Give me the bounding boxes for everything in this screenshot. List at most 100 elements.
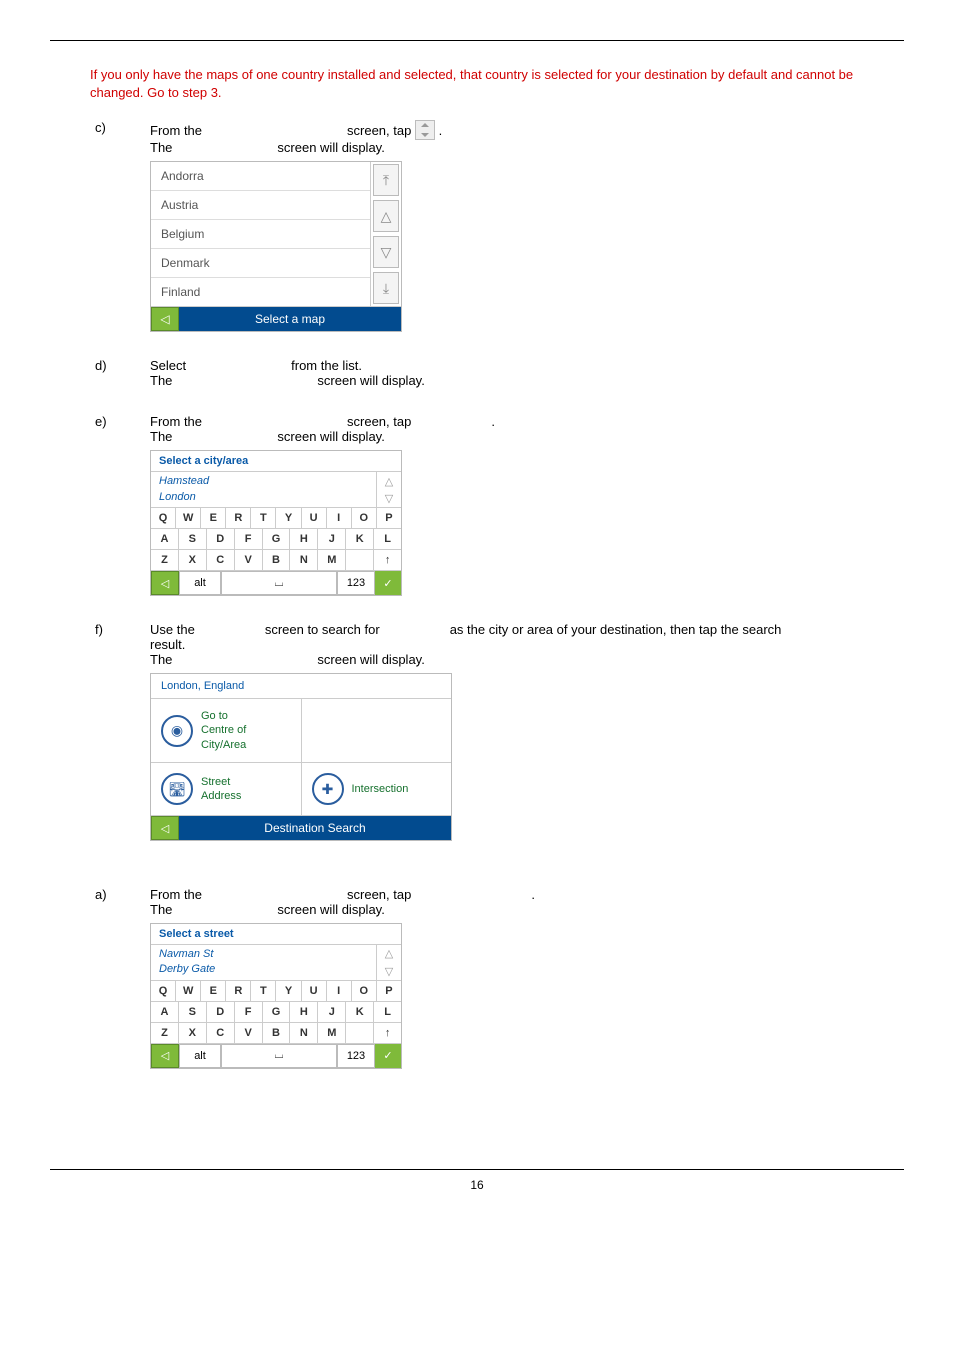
keyboard-key: A bbox=[151, 529, 179, 549]
text: from the list. bbox=[291, 358, 362, 373]
list-item: Finland bbox=[151, 278, 370, 306]
dest-label: Street Address bbox=[201, 775, 241, 804]
keyboard-key: P bbox=[377, 508, 401, 528]
text: The bbox=[150, 373, 172, 388]
footer-title: Select a map bbox=[179, 307, 401, 331]
step-f-letter: f) bbox=[50, 622, 150, 861]
keyboard-key: C bbox=[207, 550, 235, 570]
text: screen will display. bbox=[317, 652, 424, 667]
dest-label: Go to Centre of City/Area bbox=[201, 709, 246, 752]
scroll-down-icon: ▽ bbox=[377, 962, 401, 979]
ok-icon: ✓ bbox=[375, 571, 401, 595]
num-key: 123 bbox=[337, 1044, 375, 1068]
keyboard-key: R bbox=[226, 508, 251, 528]
kbd-title: Select a city/area bbox=[151, 451, 401, 472]
scroll-up-icon: △ bbox=[377, 945, 401, 962]
keyboard-key: O bbox=[352, 981, 377, 1001]
keyboard-key: Y bbox=[276, 508, 301, 528]
text: . bbox=[491, 414, 495, 429]
keyboard-key: O bbox=[352, 508, 377, 528]
keyboard-key: A bbox=[151, 1002, 179, 1022]
keyboard-key: H bbox=[290, 1002, 318, 1022]
page-number: 16 bbox=[50, 1178, 904, 1192]
keyboard-key: K bbox=[346, 1002, 374, 1022]
scroll-icon bbox=[415, 120, 435, 140]
destination-mock: London, England ◉ Go to Centre of City/A… bbox=[150, 673, 452, 841]
ok-icon: ✓ bbox=[375, 1044, 401, 1068]
keyboard-mock-street: Select a street Navman St Derby Gate △ ▽… bbox=[150, 923, 402, 1069]
text: The bbox=[150, 429, 172, 444]
keyboard-key: W bbox=[176, 981, 201, 1001]
space-key: ⌴ bbox=[221, 571, 337, 595]
keyboard-key: X bbox=[179, 1023, 207, 1043]
text: From the bbox=[150, 123, 202, 138]
text: From the bbox=[150, 887, 202, 902]
keyboard-key: I bbox=[327, 508, 352, 528]
keyboard-key: U bbox=[302, 981, 327, 1001]
scroll-down-icon: ▽ bbox=[373, 236, 399, 268]
text: screen, tap bbox=[347, 414, 411, 429]
text: The bbox=[150, 652, 172, 667]
keyboard-mock-city: Select a city/area Hamstead London △ ▽ Q… bbox=[150, 450, 402, 596]
keyboard-key: W bbox=[176, 508, 201, 528]
back-icon: ◁ bbox=[151, 307, 179, 331]
list-item: Austria bbox=[151, 191, 370, 220]
alt-key: alt bbox=[179, 1044, 221, 1068]
dest-label: Intersection bbox=[352, 782, 409, 796]
keyboard-key: X bbox=[179, 550, 207, 570]
keyboard-key: T bbox=[251, 981, 276, 1001]
space-key: ⌴ bbox=[221, 1044, 337, 1068]
back-icon: ◁ bbox=[151, 571, 179, 595]
keyboard-key: N bbox=[290, 550, 318, 570]
keyboard-key: E bbox=[201, 508, 226, 528]
keyboard-key: J bbox=[318, 1002, 346, 1022]
text: Select bbox=[150, 358, 186, 373]
dest-header: London, England bbox=[151, 674, 451, 699]
keyboard-key: T bbox=[251, 508, 276, 528]
keyboard-key: L bbox=[374, 1002, 401, 1022]
text: screen will display. bbox=[317, 373, 424, 388]
text: The bbox=[150, 902, 172, 917]
alt-key: alt bbox=[179, 571, 221, 595]
keyboard-key: F bbox=[235, 1002, 263, 1022]
keyboard-key: ↑ bbox=[374, 550, 401, 570]
keyboard-key: M bbox=[318, 1023, 346, 1043]
keyboard-key: B bbox=[263, 1023, 291, 1043]
text: screen will display. bbox=[277, 429, 384, 444]
list-item: Belgium bbox=[151, 220, 370, 249]
text: . bbox=[531, 887, 535, 902]
intersection-icon: ✚ bbox=[312, 773, 344, 805]
keyboard-key: D bbox=[207, 529, 235, 549]
scroll-up-icon: △ bbox=[377, 472, 401, 489]
keyboard-key: K bbox=[346, 529, 374, 549]
text: screen will display. bbox=[277, 902, 384, 917]
list-item: Denmark bbox=[151, 249, 370, 278]
keyboard-key: Q bbox=[151, 981, 176, 1001]
keyboard-key: M bbox=[318, 550, 346, 570]
kbd-title: Select a street bbox=[151, 924, 401, 945]
step-d-letter: d) bbox=[50, 358, 150, 388]
step-a-letter: a) bbox=[50, 887, 150, 1089]
keyboard-key: N bbox=[290, 1023, 318, 1043]
scroll-up-icon: △ bbox=[373, 200, 399, 232]
num-key: 123 bbox=[337, 571, 375, 595]
country-list-mock: Andorra Austria Belgium Denmark Finland … bbox=[150, 161, 402, 332]
target-icon: ◉ bbox=[161, 715, 193, 747]
keyboard-key: G bbox=[263, 529, 291, 549]
keyboard-key: G bbox=[263, 1002, 291, 1022]
kbd-input-line: Hamstead bbox=[159, 474, 368, 489]
keyboard-key: V bbox=[235, 550, 263, 570]
scroll-top-icon: ⤒ bbox=[373, 164, 399, 196]
street-icon: 🛣 bbox=[161, 773, 193, 805]
keyboard-key: R bbox=[226, 981, 251, 1001]
kbd-input-line: Navman St bbox=[159, 947, 368, 962]
kbd-input-line: London bbox=[159, 490, 368, 505]
keyboard-key: Z bbox=[151, 550, 179, 570]
back-icon: ◁ bbox=[151, 1044, 179, 1068]
keyboard-key: ↑ bbox=[374, 1023, 401, 1043]
keyboard-key: L bbox=[374, 529, 401, 549]
keyboard-key: I bbox=[327, 981, 352, 1001]
keyboard-key: J bbox=[318, 529, 346, 549]
scroll-down-icon: ▽ bbox=[377, 490, 401, 507]
keyboard-key: V bbox=[235, 1023, 263, 1043]
